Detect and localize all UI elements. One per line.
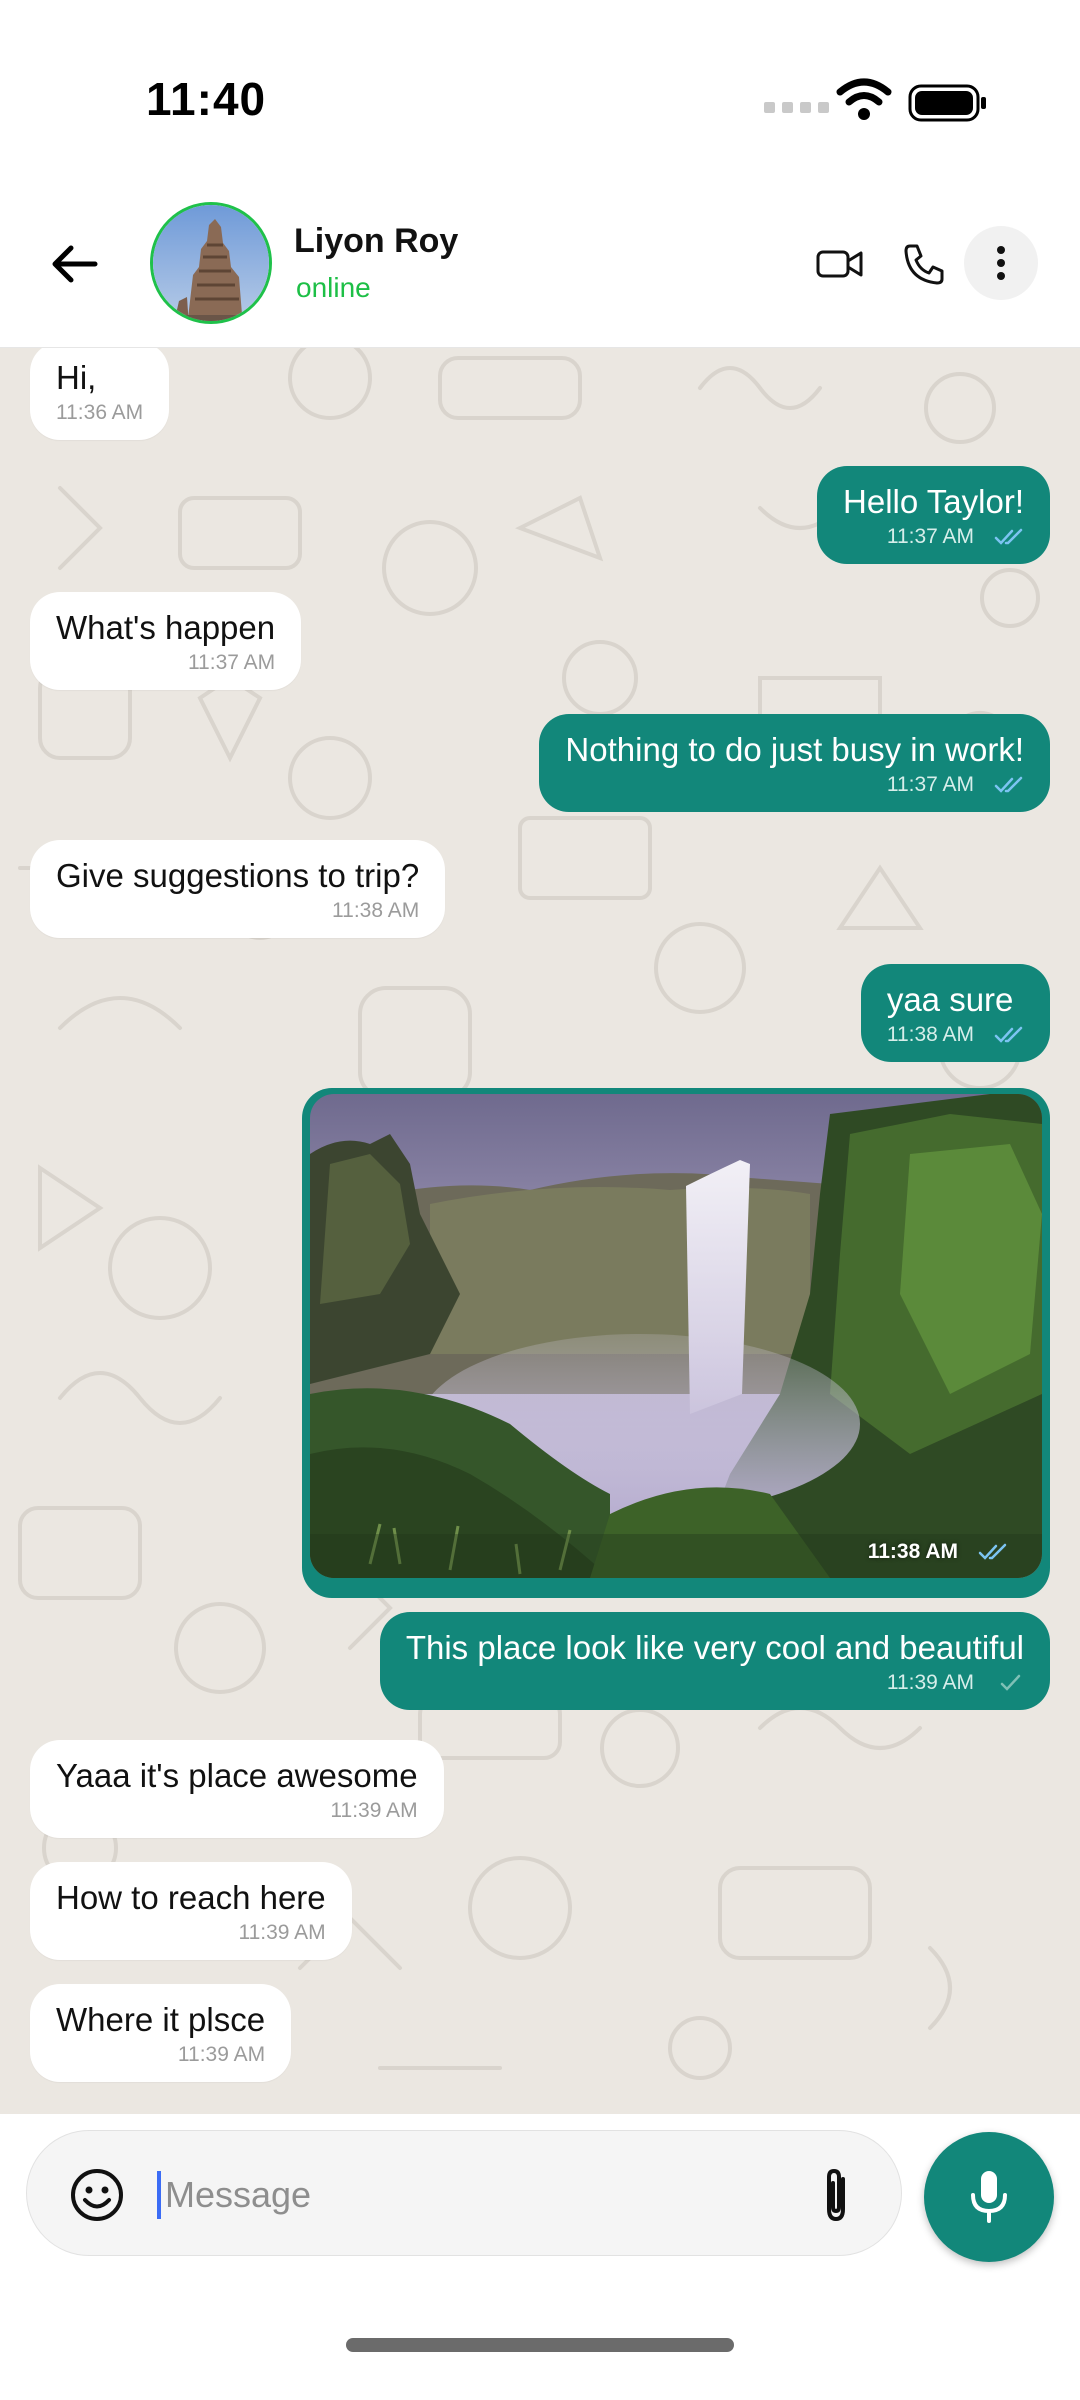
incoming-message[interactable]: Yaaa it's place awesome 11:39 AM [30, 1740, 444, 1838]
outgoing-image-message[interactable]: 11:38 AM [302, 1088, 1050, 1598]
message-text: Yaaa it's place awesome [56, 1757, 418, 1794]
home-indicator[interactable] [346, 2338, 734, 2352]
message-time: 11:39 AM [177, 2043, 266, 2066]
chat-area[interactable]: Hi, 11:36 AM Hello Taylor! 11:37 AM What… [0, 348, 1080, 2114]
message-time: 11:38 AM [867, 1540, 958, 1563]
status-bar: 11:40 [0, 0, 1080, 200]
message-time: 11:37 AM [886, 525, 974, 548]
avatar[interactable] [150, 202, 272, 324]
message-text: Where it plsce [56, 2001, 266, 2038]
outgoing-message[interactable]: This place look like very cool and beaut… [379, 1612, 1050, 1710]
cellular-signal-icon [764, 102, 829, 113]
smiley-icon[interactable] [69, 2167, 125, 2223]
message-time: 11:36 AM [56, 401, 144, 424]
incoming-message[interactable]: What's happen 11:37 AM [30, 592, 302, 690]
video-camera-icon [816, 250, 863, 278]
message-time: 11:37 AM [886, 773, 974, 796]
arrow-left-icon [52, 245, 98, 283]
message-text: How to reach here [56, 1879, 326, 1916]
message-input-bar[interactable] [26, 2130, 902, 2256]
message-input[interactable] [165, 2167, 805, 2223]
back-button[interactable] [44, 234, 104, 294]
more-options-button[interactable] [964, 226, 1038, 300]
battery-icon [908, 84, 986, 122]
more-vertical-icon [997, 246, 1005, 280]
message-composer [0, 2114, 1080, 2400]
contact-status: online [296, 272, 371, 303]
video-call-button[interactable] [812, 236, 868, 292]
single-check-sent-icon [1000, 1674, 1021, 1691]
message-time: 11:38 AM [886, 1023, 974, 1046]
message-text: Hi, [56, 359, 97, 396]
incoming-message[interactable]: Hi, 11:36 AM [30, 348, 170, 440]
double-check-read-icon [978, 1543, 1007, 1560]
message-time: 11:39 AM [238, 1921, 326, 1944]
phone-icon [904, 244, 944, 285]
waterfall-photo[interactable]: 11:38 AM [310, 1094, 1042, 1578]
double-check-read-icon [994, 1026, 1023, 1043]
double-check-read-icon [994, 776, 1023, 793]
message-time: 11:39 AM [886, 1671, 974, 1694]
incoming-message[interactable]: How to reach here 11:39 AM [30, 1862, 352, 1960]
paperclip-icon[interactable] [809, 2165, 865, 2225]
message-text: Hello Taylor! [843, 483, 1024, 520]
incoming-message[interactable]: Where it plsce 11:39 AM [30, 1984, 292, 2082]
message-text: This place look like very cool and beaut… [405, 1629, 1024, 1666]
message-text: yaa sure [886, 981, 1014, 1018]
outgoing-message[interactable]: Nothing to do just busy in work! 11:37 A… [539, 714, 1050, 812]
message-text: Nothing to do just busy in work! [565, 731, 1024, 768]
double-check-read-icon [994, 528, 1023, 545]
incoming-message[interactable]: Give suggestions to trip? 11:38 AM [30, 840, 446, 938]
microphone-icon [971, 2171, 1007, 2223]
chat-header: Liyon Roy online [0, 200, 1080, 348]
voice-call-button[interactable] [896, 236, 952, 292]
outgoing-message[interactable]: yaa sure 11:38 AM [860, 964, 1050, 1062]
wifi-icon [836, 78, 892, 120]
text-caret [157, 2171, 161, 2219]
message-text: What's happen [56, 609, 276, 646]
contact-name[interactable]: Liyon Roy [294, 222, 458, 261]
status-time: 11:40 [146, 73, 267, 125]
message-time: 11:37 AM [187, 651, 276, 674]
outgoing-message[interactable]: Hello Taylor! 11:37 AM [817, 466, 1050, 564]
voice-record-button[interactable] [924, 2132, 1054, 2262]
message-time: 11:39 AM [330, 1799, 418, 1822]
message-time: 11:38 AM [332, 899, 420, 922]
message-text: Give suggestions to trip? [56, 857, 420, 894]
